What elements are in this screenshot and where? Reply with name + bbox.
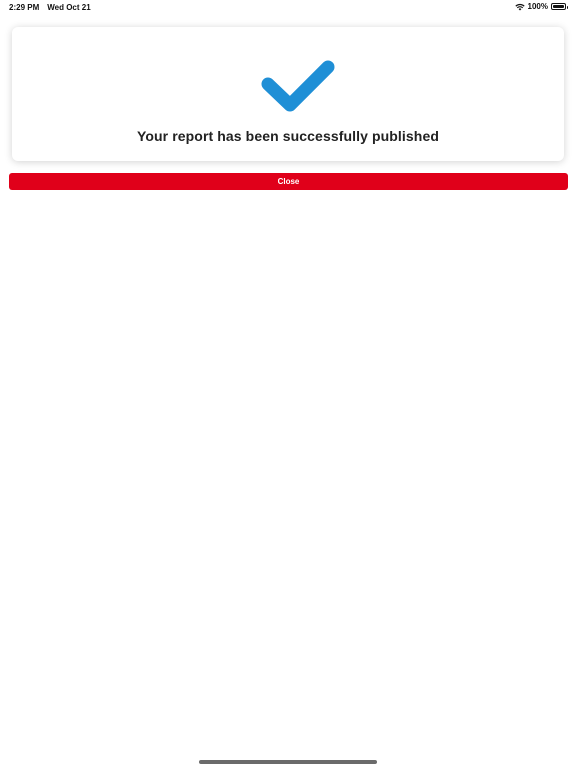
success-card: Your report has been successfully publis… [12, 27, 564, 161]
battery-icon [551, 3, 568, 10]
checkmark-icon [261, 60, 335, 112]
status-time: 2:29 PM [9, 3, 40, 12]
wifi-icon [514, 3, 525, 11]
battery-fill [553, 5, 564, 8]
home-indicator [199, 760, 377, 764]
status-date: Wed Oct 21 [47, 3, 91, 12]
status-left: 2:29 PM Wed Oct 21 [9, 3, 91, 12]
screen: 2:29 PM Wed Oct 21 100% Your report has … [0, 0, 576, 768]
close-button[interactable]: Close [9, 173, 568, 190]
battery-percent: 100% [527, 2, 548, 11]
success-message: Your report has been successfully publis… [136, 128, 439, 144]
status-bar: 2:29 PM Wed Oct 21 100% [0, 0, 576, 14]
status-right: 100% [514, 2, 568, 11]
